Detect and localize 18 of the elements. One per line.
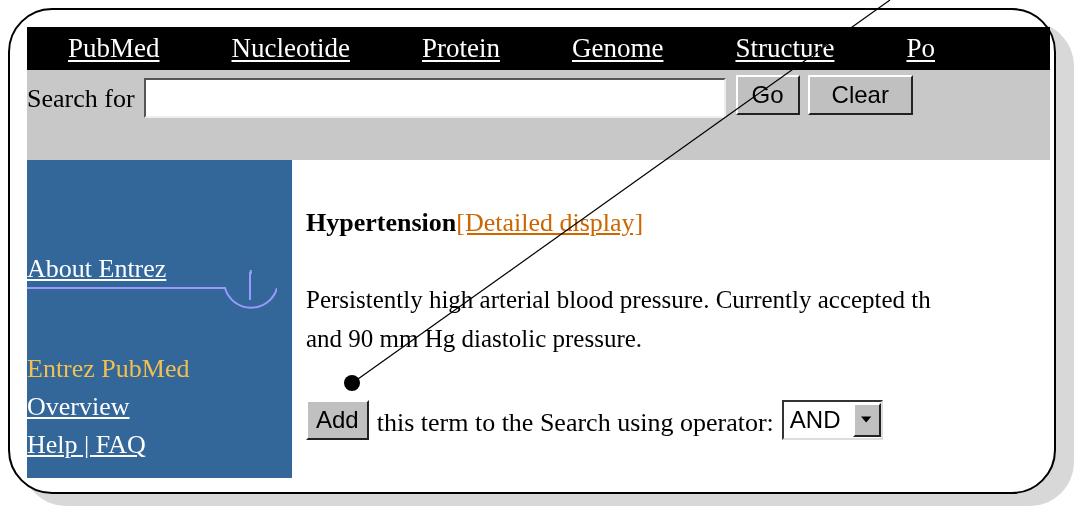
term-title: Hypertension — [306, 208, 457, 237]
operator-label: this term to the Search using operator: — [376, 408, 774, 438]
sidebar-heading: Entrez PubMed — [27, 353, 190, 385]
nav-link[interactable]: Protein — [422, 33, 500, 64]
operator-select[interactable]: AND — [781, 400, 883, 440]
search-field[interactable] — [143, 78, 726, 118]
add-button[interactable]: Add — [306, 400, 369, 440]
clear-button[interactable]: Clear — [807, 75, 913, 115]
nav-link[interactable]: PubMed — [68, 33, 160, 64]
sidebar-link[interactable]: Overview — [27, 388, 130, 426]
nav-link[interactable]: Nucleotide — [231, 33, 350, 64]
nav-link[interactable]: Po — [906, 33, 935, 64]
sidebar-link[interactable]: Help | FAQ — [27, 426, 146, 464]
nav-link[interactable]: Structure — [735, 33, 835, 64]
sidebar-link[interactable]: About Entrez — [27, 250, 167, 288]
go-button[interactable]: Go — [735, 75, 800, 115]
nav-link[interactable]: Genome — [572, 33, 664, 64]
search-label: Search for — [27, 84, 135, 114]
